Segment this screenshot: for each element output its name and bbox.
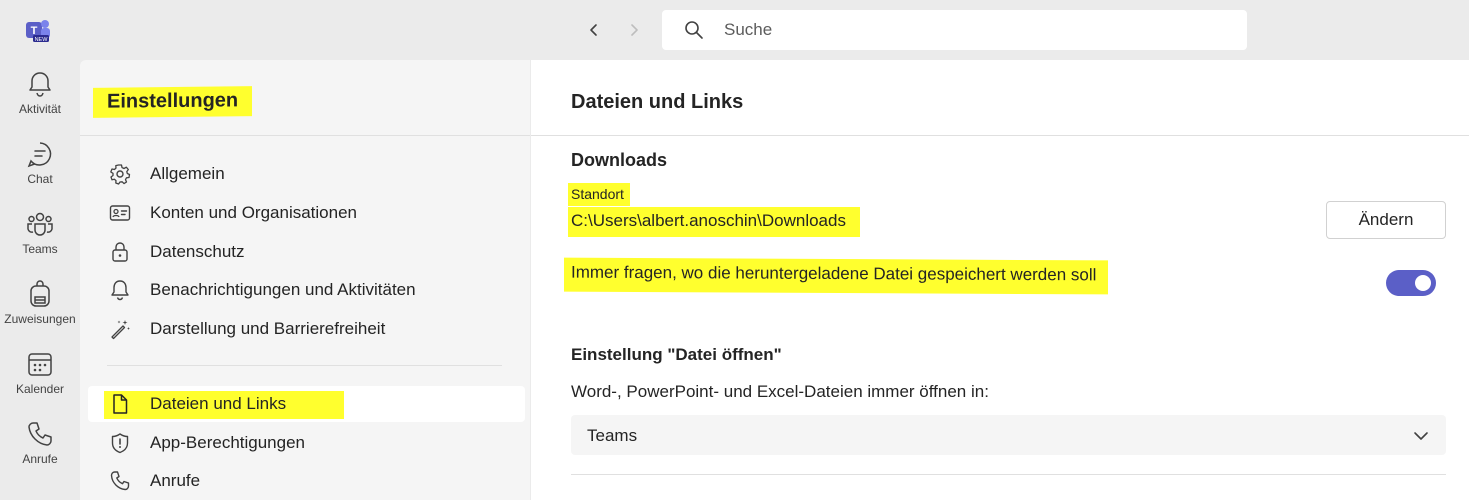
shield-icon: [109, 432, 131, 454]
search-input[interactable]: [724, 18, 1224, 42]
open-file-heading: Einstellung "Datei öffnen": [571, 345, 782, 364]
settings-item-notifications[interactable]: Benachrichtigungen und Aktivitäten: [88, 272, 525, 308]
settings-item-label: Allgemein: [150, 164, 225, 183]
backpack-icon: [30, 280, 50, 307]
settings-sidebar: Einstellungen Allgemein Konten und Organ…: [80, 60, 530, 500]
calendar-icon: [28, 353, 52, 376]
settings-item-label: Anrufe: [150, 471, 201, 490]
rail-label: Aktivität: [18, 102, 61, 116]
rail-label: Zuweisungen: [4, 312, 76, 326]
open-file-description: Word-, PowerPoint- und Excel-Dateien imm…: [571, 382, 989, 401]
settings-item-accounts[interactable]: Konten und Organisationen: [88, 195, 525, 231]
chat-icon: [27, 142, 52, 168]
settings-header: Einstellungen: [80, 60, 530, 136]
forward-arrow-icon[interactable]: [622, 18, 646, 42]
toggle-knob: [1415, 275, 1431, 291]
magic-wand-icon: [109, 318, 131, 340]
content-header: Dateien und Links: [531, 60, 1469, 136]
settings-item-label: Dateien und Links: [150, 393, 287, 413]
page-title: Dateien und Links: [571, 91, 744, 113]
location-label: Standort: [568, 183, 630, 206]
settings-item-label: Datenschutz: [150, 242, 245, 261]
settings-item-appearance[interactable]: Darstellung und Barrierefreiheit: [88, 311, 525, 347]
rail-item-activity[interactable]: Aktivität: [0, 60, 80, 130]
settings-item-label: Darstellung und Barrierefreiheit: [150, 319, 386, 338]
settings-item-label: Konten und Organisationen: [150, 203, 357, 222]
download-location-value: C:\Users\albert.anoschin\Downloads: [568, 207, 860, 237]
document-icon: [109, 393, 131, 415]
open-file-dropdown[interactable]: Teams: [571, 415, 1446, 455]
downloads-heading: Downloads: [571, 150, 668, 170]
bell-icon: [29, 72, 51, 97]
dropdown-selected-value: Teams: [587, 426, 638, 445]
title-bar: T NEW: [0, 0, 1469, 60]
rail-item-calls[interactable]: Anrufe: [0, 410, 80, 480]
rail-label: Teams: [22, 242, 58, 256]
rail-item-assignments[interactable]: Zuweisungen: [0, 270, 80, 340]
phone-icon: [28, 422, 52, 446]
settings-content: Dateien und Links Downloads Standort C:\…: [531, 60, 1469, 500]
settings-item-files-and-links[interactable]: Dateien und Links: [88, 386, 525, 422]
app-rail: Aktivität Chat Teams Zuweisungen Kalende…: [0, 60, 80, 500]
settings-item-label: Benachrichtigungen und Aktivitäten: [150, 280, 416, 299]
back-arrow-icon[interactable]: [582, 18, 606, 42]
rail-item-chat[interactable]: Chat: [0, 130, 80, 200]
svg-text:NEW: NEW: [35, 37, 49, 43]
phone-icon: [109, 470, 131, 492]
settings-item-general[interactable]: Allgemein: [88, 156, 525, 192]
always-ask-label: Immer fragen, wo die heruntergeladene Da…: [564, 257, 1109, 295]
lock-icon: [109, 241, 131, 263]
rail-label: Kalender: [15, 382, 65, 396]
settings-item-label: App-Berechtigungen: [150, 433, 306, 452]
nav-divider: [107, 365, 502, 366]
bell-icon: [109, 279, 131, 301]
gear-icon: [109, 163, 131, 185]
search-icon: [684, 20, 704, 40]
section-divider: [571, 474, 1446, 475]
settings-item-privacy[interactable]: Datenschutz: [88, 234, 525, 270]
rail-item-calendar[interactable]: Kalender: [0, 340, 80, 410]
change-location-button[interactable]: Ändern: [1326, 201, 1446, 239]
teams-icon: [27, 212, 53, 236]
chevron-down-icon: [1412, 427, 1430, 445]
rail-label: Anrufe: [22, 452, 58, 466]
settings-item-app-permissions[interactable]: App-Berechtigungen: [88, 425, 525, 461]
search-box[interactable]: [662, 10, 1247, 50]
teams-logo-icon: T NEW: [24, 16, 52, 44]
rail-item-teams[interactable]: Teams: [0, 200, 80, 270]
settings-title: Einstellungen: [93, 86, 253, 118]
settings-item-calls[interactable]: Anrufe: [88, 463, 525, 499]
rail-label: Chat: [27, 172, 53, 186]
always-ask-toggle[interactable]: [1386, 270, 1436, 296]
id-card-icon: [109, 202, 131, 224]
